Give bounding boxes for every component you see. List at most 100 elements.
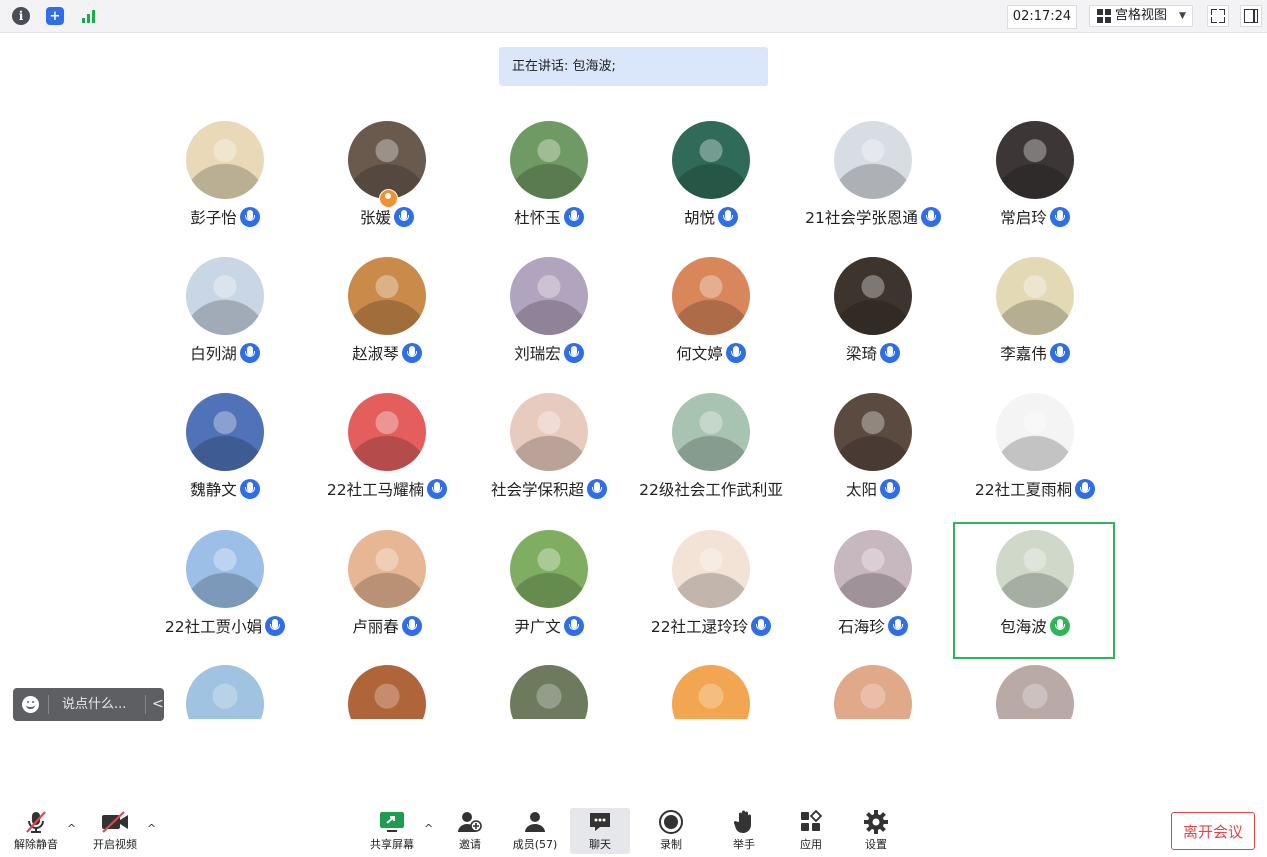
participant-tile[interactable]: 张媛 xyxy=(306,121,468,257)
participant-avatar xyxy=(834,665,912,719)
participant-tile[interactable]: 21社会学张恩通 xyxy=(792,121,954,257)
participant-tile[interactable]: 22社工贾小娟 xyxy=(144,530,306,666)
participant-tile[interactable]: 白列湖 xyxy=(144,257,306,393)
audio-options-caret-icon[interactable]: ^ xyxy=(67,822,76,835)
participant-tile[interactable]: 石海珍 xyxy=(792,530,954,666)
participant-tile[interactable]: 22社工马耀楠 xyxy=(306,393,468,529)
leave-meeting-button[interactable]: 离开会议 xyxy=(1171,812,1255,850)
participant-tile[interactable]: 22社工夏雨桐 xyxy=(954,393,1116,529)
participant-tile[interactable]: 22社工逯玲玲 xyxy=(630,530,792,666)
grid-view-icon xyxy=(1097,9,1111,23)
participant-avatar xyxy=(834,257,912,335)
participant-tile-partial[interactable] xyxy=(834,665,912,719)
mic-status-icon xyxy=(887,616,908,636)
participant-avatar xyxy=(510,530,588,608)
participant-name: 白列湖 xyxy=(190,345,237,363)
participant-avatar xyxy=(996,257,1074,335)
participant-tile[interactable]: 常启玲 xyxy=(954,121,1116,257)
mic-status-icon xyxy=(401,343,422,363)
participant-avatar xyxy=(348,257,426,335)
view-mode-label: 宫格视图 xyxy=(1115,8,1168,23)
mic-status-icon xyxy=(751,616,772,636)
mic-status-icon xyxy=(1075,479,1096,499)
participant-name: 杜怀玉 xyxy=(514,209,561,227)
mic-status-icon xyxy=(427,479,448,499)
participant-tile[interactable]: 赵淑琴 xyxy=(306,257,468,393)
meeting-timer: 02:17:24 xyxy=(1007,5,1077,29)
mic-status-icon xyxy=(401,616,422,636)
participant-tile-partial[interactable] xyxy=(348,665,426,719)
participant-name: 石海珍 xyxy=(838,618,885,636)
participant-avatar xyxy=(996,121,1074,199)
speaking-banner: 正在讲话: 包海波; xyxy=(499,47,768,86)
participant-name: 22社工马耀楠 xyxy=(326,481,425,499)
participant-avatar xyxy=(672,257,750,335)
participant-avatar xyxy=(834,121,912,199)
collapse-chat-icon[interactable]: < xyxy=(152,688,164,721)
participant-tile[interactable]: 魏静文 xyxy=(144,393,306,529)
record-button[interactable]: 录制 xyxy=(641,808,701,854)
participant-name: 彭子怡 xyxy=(190,209,237,227)
video-off-icon xyxy=(85,808,145,836)
view-mode-dropdown[interactable]: 宫格视图 ▼ xyxy=(1089,5,1193,27)
participant-tile[interactable]: 胡悦 xyxy=(630,121,792,257)
participant-tile[interactable]: 太阳 xyxy=(792,393,954,529)
settings-button[interactable]: 设置 xyxy=(846,808,906,854)
participant-tile[interactable]: 刘瑞宏 xyxy=(468,257,630,393)
shield-icon[interactable]: + xyxy=(44,5,66,27)
invite-button[interactable]: 邀请 xyxy=(440,808,500,854)
participant-name: 张媛 xyxy=(359,209,391,227)
mic-status-icon xyxy=(725,343,746,363)
participant-name: 魏静文 xyxy=(190,481,237,499)
apps-icon xyxy=(781,808,841,836)
mic-status-icon xyxy=(239,207,260,227)
participant-name: 梁琦 xyxy=(845,345,877,363)
participant-tile[interactable]: 卢丽春 xyxy=(306,530,468,666)
participant-tile[interactable]: 22级社会工作武利亚 xyxy=(630,393,792,529)
participant-avatar xyxy=(510,121,588,199)
share-options-caret-icon[interactable]: ^ xyxy=(424,822,433,835)
chat-quick-input[interactable]: 说点什么... < xyxy=(13,688,164,721)
fullscreen-icon[interactable] xyxy=(1207,5,1229,27)
participant-name: 卢丽春 xyxy=(352,618,399,636)
mic-status-icon xyxy=(920,207,941,227)
add-user-icon xyxy=(440,808,500,836)
participant-name: 刘瑞宏 xyxy=(514,345,561,363)
info-icon[interactable]: i xyxy=(10,5,32,27)
participant-tile[interactable]: 社会学保积超 xyxy=(468,393,630,529)
start-video-button[interactable]: 开启视频 xyxy=(85,808,145,854)
participant-tile-partial[interactable] xyxy=(996,665,1074,719)
participant-tile[interactable]: 尹广文 xyxy=(468,530,630,666)
emoji-icon[interactable] xyxy=(22,696,39,713)
participant-tile[interactable]: 梁琦 xyxy=(792,257,954,393)
mic-status-icon xyxy=(587,479,607,499)
members-button[interactable]: 成员(57) xyxy=(505,808,565,854)
unmute-button[interactable]: 解除静音 xyxy=(6,808,66,854)
mic-status-icon xyxy=(880,343,900,363)
share-screen-button[interactable]: 共享屏幕 xyxy=(362,808,422,854)
raise-hand-button[interactable]: 举手 xyxy=(714,808,774,854)
participant-name: 何文婷 xyxy=(676,345,723,363)
signal-icon[interactable] xyxy=(77,5,99,27)
mic-status-icon xyxy=(1049,343,1070,363)
participant-name: 尹广文 xyxy=(514,618,561,636)
participant-name: 胡悦 xyxy=(683,209,715,227)
participant-tile[interactable]: 李嘉伟 xyxy=(954,257,1116,393)
participant-tile-partial[interactable] xyxy=(672,665,750,719)
participant-tile[interactable]: 彭子怡 xyxy=(144,121,306,257)
participant-name: 李嘉伟 xyxy=(1000,345,1047,363)
participant-avatar xyxy=(672,530,750,608)
video-options-caret-icon[interactable]: ^ xyxy=(147,822,156,835)
participant-tile[interactable]: 何文婷 xyxy=(630,257,792,393)
apps-button[interactable]: 应用 xyxy=(781,808,841,854)
participant-tile-partial[interactable] xyxy=(510,665,588,719)
host-badge-icon xyxy=(379,189,398,208)
participant-name: 22社工逯玲玲 xyxy=(650,618,749,636)
top-bar: i + 02:17:24 宫格视图 ▼ xyxy=(0,0,1267,33)
participant-tile-partial[interactable] xyxy=(186,665,264,719)
side-panel-icon[interactable] xyxy=(1240,5,1262,27)
participant-tile[interactable]: 杜怀玉 xyxy=(468,121,630,257)
chat-button[interactable]: 聊天 xyxy=(570,808,630,854)
participant-name: 赵淑琴 xyxy=(352,345,399,363)
participant-avatar xyxy=(672,393,750,471)
